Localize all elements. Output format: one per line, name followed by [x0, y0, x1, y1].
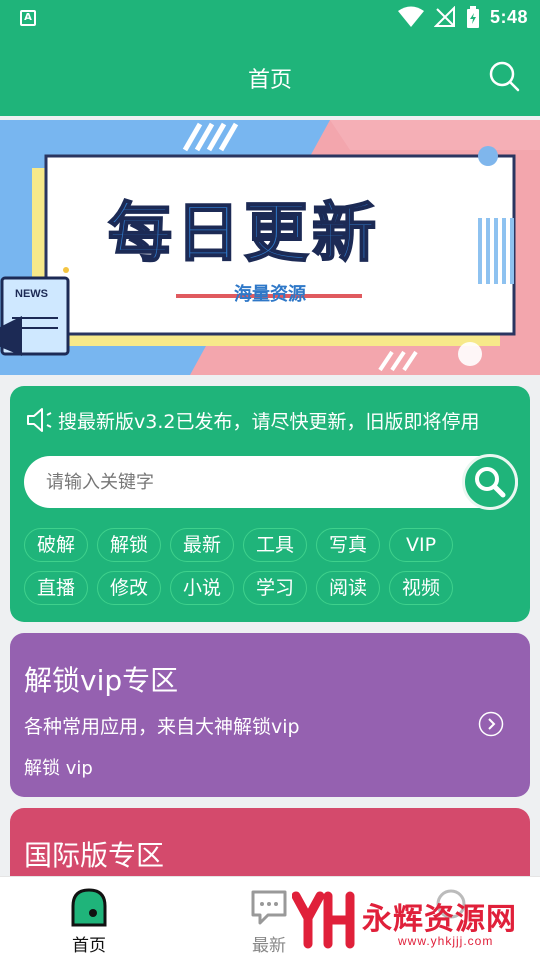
notification-icon: A — [20, 10, 36, 26]
vip-zone-description: 各种常用应用，来自大神解锁vip — [24, 716, 300, 738]
nav-home[interactable]: 首页 — [34, 877, 144, 960]
tag-novel[interactable]: 小说 — [170, 571, 234, 605]
watermark-url: www.yhkjjj.com — [398, 934, 494, 948]
vip-zone-subtitle: 解锁 vip — [24, 758, 93, 779]
notice-bar[interactable]: 搜最新版v3.2已发布，请尽快更新，旧版即将停用 — [26, 406, 520, 434]
search-icon[interactable] — [488, 60, 520, 92]
international-zone-title: 国际版专区 — [24, 839, 165, 872]
status-icons: 5:48 — [397, 6, 528, 28]
no-signal-icon — [433, 6, 455, 27]
home-icon — [71, 888, 107, 927]
watermark-logo — [292, 891, 355, 949]
watermark-text: 永辉资源网 — [362, 902, 517, 937]
banner-title: 每日更新 — [107, 196, 380, 272]
vip-zone-title: 解锁vip专区 — [24, 664, 179, 697]
tag-list: 破解 解锁 最新 工具 写真 VIP 直播 修改 小说 学习 阅读 视频 — [24, 528, 524, 614]
page-title: 首页 — [247, 68, 292, 93]
tag-unlock[interactable]: 解锁 — [97, 528, 161, 562]
status-time: 5:48 — [489, 6, 528, 27]
notice-text: 搜最新版v3.2已发布，请尽快更新，旧版即将停用 — [58, 410, 480, 433]
news-label: NEWS — [15, 288, 48, 300]
wifi-icon — [397, 6, 424, 27]
tag-reading[interactable]: 阅读 — [316, 571, 380, 605]
tag-row: 破解 解锁 最新 工具 写真 VIP — [24, 528, 524, 562]
search-button[interactable] — [462, 454, 518, 510]
tag-vip[interactable]: VIP — [389, 528, 453, 562]
tag-modify[interactable]: 修改 — [97, 571, 161, 605]
search-input[interactable] — [46, 456, 456, 508]
tag-tools[interactable]: 工具 — [243, 528, 307, 562]
speaker-icon — [27, 408, 52, 432]
tag-row: 直播 修改 小说 学习 阅读 视频 — [24, 571, 524, 605]
tag-live[interactable]: 直播 — [24, 571, 88, 605]
message-icon — [251, 890, 287, 925]
tag-study[interactable]: 学习 — [243, 571, 307, 605]
app-bar: 首页 — [0, 36, 540, 116]
tag-crack[interactable]: 破解 — [24, 528, 88, 562]
vip-zone-card[interactable]: 解锁vip专区 各种常用应用，来自大神解锁vip 解锁 vip — [10, 633, 530, 797]
status-bar: A 5:48 — [0, 0, 540, 36]
search-box — [24, 454, 518, 510]
tag-latest[interactable]: 最新 — [170, 528, 234, 562]
search-card: 搜最新版v3.2已发布，请尽快更新，旧版即将停用 破解 解锁 最新 工具 写真 … — [10, 386, 530, 622]
banner-subtitle: 海量资源 — [234, 284, 306, 305]
battery-icon — [466, 6, 479, 28]
watermark: 永辉资源网 www.yhkjjj.com — [292, 888, 532, 954]
nav-home-label: 首页 — [72, 936, 106, 956]
chevron-right-icon[interactable] — [478, 711, 504, 737]
search-icon — [475, 467, 506, 498]
tag-video[interactable]: 视频 — [389, 571, 453, 605]
banner[interactable]: 每日更新 海量资源 NEWS — [0, 120, 540, 375]
tag-photo[interactable]: 写真 — [316, 528, 380, 562]
